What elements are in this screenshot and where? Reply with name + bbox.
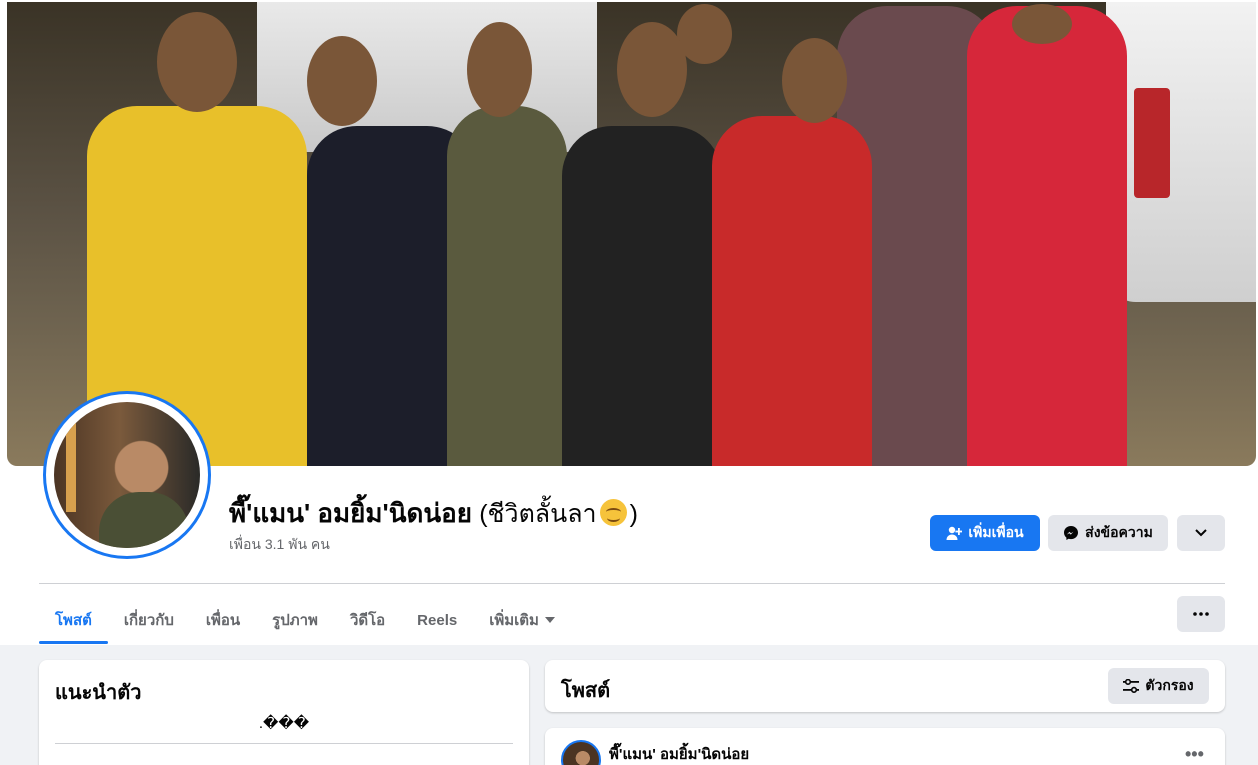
add-friend-icon xyxy=(946,525,963,541)
alt-name-close: ) xyxy=(629,500,638,528)
cover-person xyxy=(712,116,872,466)
profile-tabs: โพสต์ เกี่ยวกับ เพื่อน รูปภาพ วิดีโอ Ree… xyxy=(39,596,571,644)
add-friend-label: เพิ่มเพื่อน xyxy=(968,524,1024,540)
messenger-icon xyxy=(1063,525,1079,541)
cover-photo[interactable] xyxy=(7,2,1256,466)
add-friend-button[interactable]: เพิ่มเพื่อน xyxy=(930,515,1040,551)
tab-more-label: เพิ่มเติม xyxy=(489,612,539,629)
header-divider xyxy=(39,583,1225,584)
tab-posts[interactable]: โพสต์ xyxy=(39,596,108,644)
smiling-emoji-icon xyxy=(599,499,627,526)
alt-name-text: (ชีวิตลั้นลา xyxy=(479,500,597,528)
cover-person xyxy=(967,6,1127,466)
cover-face xyxy=(157,12,237,112)
post-author-avatar[interactable] xyxy=(561,740,601,765)
tab-videos[interactable]: วิดีโอ xyxy=(334,596,401,644)
profile-header: พี๊'แมน' อมยิ้ม'นิดน่อย (ชีวิตลั้นลา) เพ… xyxy=(0,0,1258,645)
post-card: พี๊'แมน' อมยิ้ม'นิดน่อย ••• xyxy=(545,728,1225,765)
cover-truck-right xyxy=(1106,2,1256,302)
post-author-name[interactable]: พี๊'แมน' อมยิ้ม'นิดน่อย xyxy=(609,742,749,765)
cover-tail-light xyxy=(1134,88,1170,198)
cover-face xyxy=(782,38,847,123)
profile-name: พี๊'แมน' อมยิ้ม'นิดน่อย (ชีวิตลั้นลา) xyxy=(229,493,638,534)
message-label: ส่งข้อความ xyxy=(1085,524,1153,540)
intro-card: แนะนำตัว .��� xyxy=(39,660,529,765)
cover-person xyxy=(562,126,722,466)
profile-avatar[interactable] xyxy=(43,391,211,559)
profile-options-button[interactable] xyxy=(1177,515,1225,551)
profile-name-main: พี๊'แมน' อมยิ้ม'นิดน่อย xyxy=(229,498,472,528)
filter-button[interactable]: ตัวกรอง xyxy=(1108,668,1209,704)
filter-label: ตัวกรอง xyxy=(1145,677,1194,693)
tab-photos[interactable]: รูปภาพ xyxy=(256,596,334,644)
avatar-shirt xyxy=(99,492,189,548)
tab-more[interactable]: เพิ่มเติม xyxy=(473,596,571,644)
cover-face xyxy=(467,22,532,117)
tab-friends[interactable]: เพื่อน xyxy=(190,596,256,644)
message-button[interactable]: ส่งข้อความ xyxy=(1048,515,1168,551)
intro-title: แนะนำตัว xyxy=(55,682,142,704)
caret-down-icon xyxy=(544,617,555,623)
friend-count[interactable]: เพื่อน 3.1 พัน คน xyxy=(229,534,330,556)
post-options-icon[interactable]: ••• xyxy=(1185,744,1204,765)
tab-about[interactable]: เกี่ยวกับ xyxy=(108,596,190,644)
cover-face xyxy=(1012,4,1072,44)
cover-face xyxy=(617,22,687,117)
cover-face xyxy=(307,36,377,126)
profile-photo xyxy=(54,402,200,548)
tabs-more-options-button[interactable] xyxy=(1177,596,1225,632)
posts-header-card: โพสต์ ตัวกรอง xyxy=(545,660,1225,712)
intro-divider xyxy=(55,743,513,744)
avatar-background-light xyxy=(66,422,76,512)
profile-alt-name: (ชีวิตลั้นลา) xyxy=(479,499,638,528)
intro-bio: .��� xyxy=(258,715,310,732)
filter-icon xyxy=(1123,679,1140,693)
posts-title: โพสต์ xyxy=(561,680,611,702)
tab-reels[interactable]: Reels xyxy=(401,596,473,644)
chevron-down-icon xyxy=(1195,529,1207,537)
cover-person xyxy=(447,106,567,466)
more-icon xyxy=(1193,612,1209,616)
